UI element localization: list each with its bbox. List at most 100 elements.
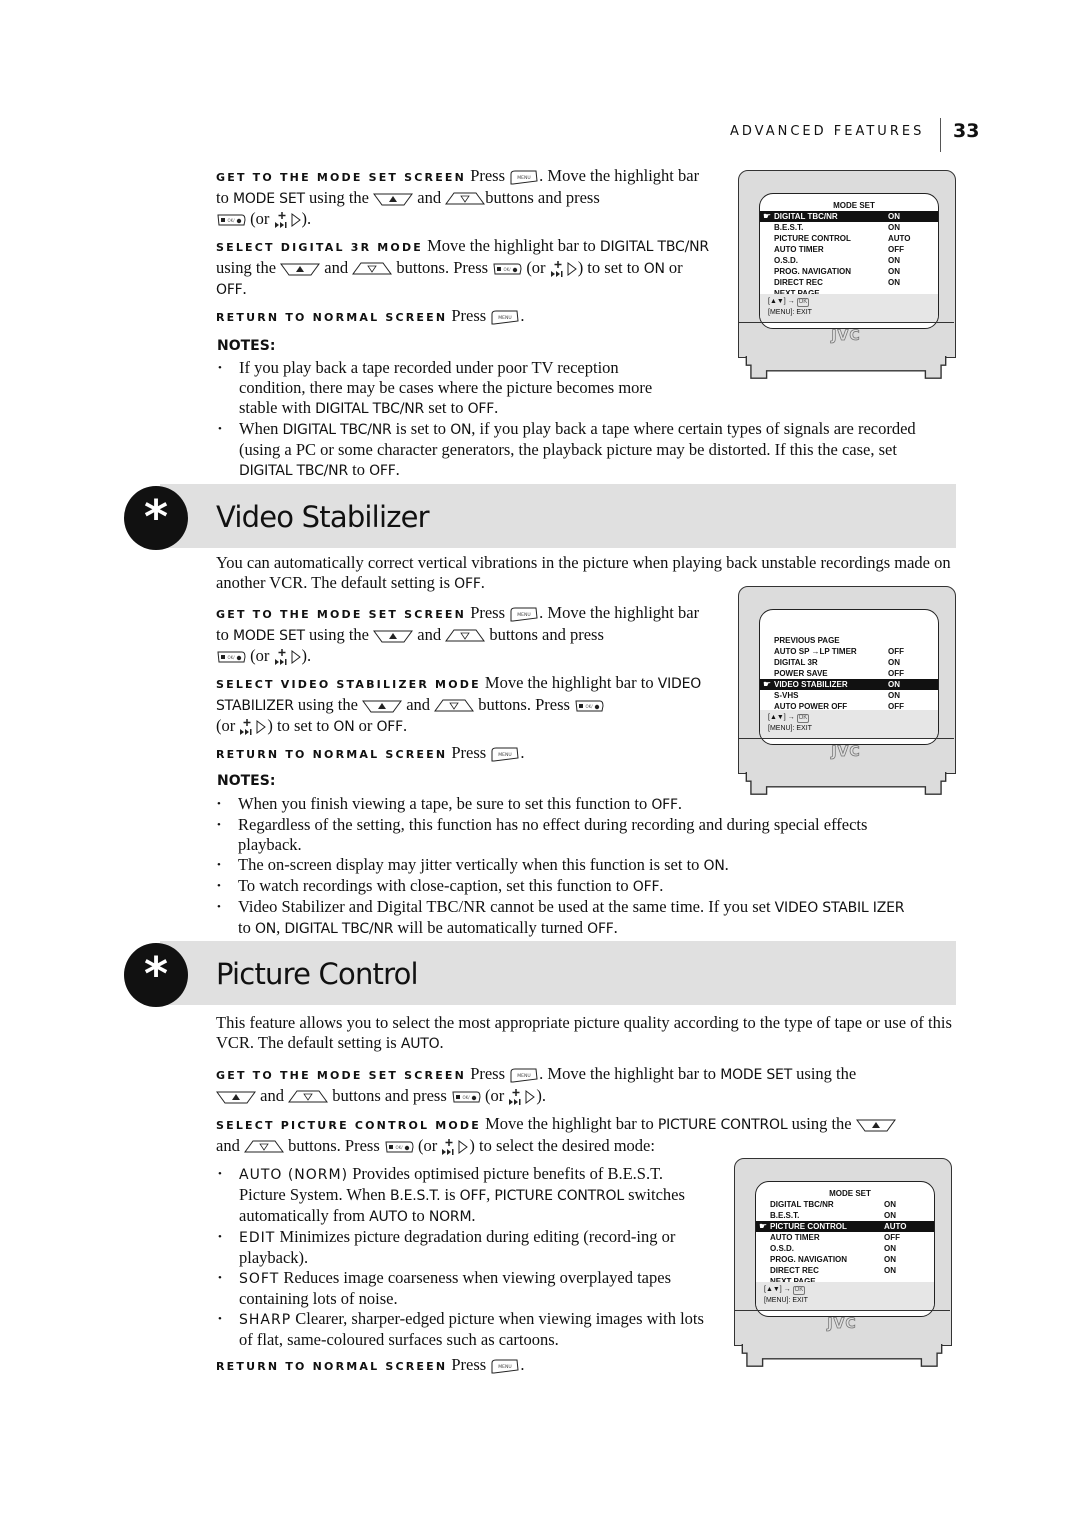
down-arrow-button-icon <box>352 261 393 277</box>
text: ON <box>643 261 665 277</box>
osd-menu-row: POWER SAVE OFF <box>760 668 938 679</box>
text: Move the highlight bar to <box>480 1114 658 1133</box>
picture-control-select-step: SELECT PICTURE CONTROL MODE Move the hig… <box>216 1114 956 1156</box>
text: OFF <box>454 576 481 592</box>
osd-menu-row: PROG. NAVIGATION ON <box>756 1254 934 1265</box>
ok-key-icon: OK <box>796 298 810 307</box>
osd-menu-row: PREVIOUS PAGE <box>760 635 938 646</box>
osd-row-label: VIDEO STABILIZER <box>774 680 848 689</box>
tv-illustration-mode-set: MODE SET ☛ DIGITAL TBC/NR ON B.E.S.T. ON PICT… <box>735 170 957 392</box>
text: SELECT VIDEO STABILIZER MODE <box>216 678 481 691</box>
step-lead: GET TO THE MODE SET SCREEN <box>216 171 467 184</box>
svg-text:MENU: MENU <box>499 752 512 758</box>
tv-stand <box>741 1344 943 1367</box>
svg-text:OK/: OK/ <box>586 704 594 709</box>
text: to <box>347 460 370 479</box>
text: (or <box>216 716 240 735</box>
text: . <box>520 1355 525 1374</box>
menu-button-icon: MENU <box>490 746 520 763</box>
text: . <box>520 306 525 325</box>
mode-item-sharp: SHARP Clearer, sharper-edged picture whe… <box>216 1309 706 1350</box>
text: When you finish viewing a tape, be sure … <box>238 794 652 813</box>
asterisk-icon: * <box>124 486 188 550</box>
text: . <box>242 279 247 298</box>
osd-row-value: ON <box>888 658 900 667</box>
osd-row-value: OFF <box>888 669 904 678</box>
osd-help: [▲▼] → OK [MENU]: EXIT <box>760 294 938 322</box>
text: . <box>471 1206 476 1225</box>
tv-divider <box>738 322 954 323</box>
down-arrow-button-icon <box>445 191 486 207</box>
text: and <box>402 695 435 714</box>
osd-row-value: OFF <box>884 1233 900 1242</box>
text: VIDEO STABIL IZER <box>774 900 905 916</box>
osd-help: [▲▼] → OK [MENU]: EXIT <box>760 710 938 738</box>
osd-menu: PREVIOUS PAGE AUTO SP →LP TIMER OFF DIGITAL… <box>760 610 938 744</box>
section-title: Video Stabilizer <box>216 500 430 534</box>
text: buttons. Press <box>283 1136 384 1155</box>
osd-row-value: OFF <box>888 647 904 656</box>
running-header: ADVANCED FEATURES <box>730 124 925 139</box>
text: (or <box>522 258 550 277</box>
tv-divider <box>734 1310 950 1311</box>
text: [▲▼] → <box>764 1286 793 1293</box>
up-arrow-button-icon <box>373 191 414 207</box>
text: buttons. Press <box>474 695 575 714</box>
osd-menu-row: DIRECT REC ON <box>760 277 938 288</box>
text: ON <box>333 719 355 735</box>
text: . Move the highlight bar to <box>539 1064 721 1083</box>
svg-text:OK/: OK/ <box>227 655 235 660</box>
osd-row-value: ON <box>888 223 900 232</box>
osd-menu-row: AUTO TIMER OFF <box>760 244 938 255</box>
text: or <box>664 258 683 277</box>
right-triangle-icon <box>524 1089 536 1105</box>
text: Regardless of the setting, this function… <box>238 815 868 854</box>
text: AUTO <box>400 1036 440 1052</box>
picture-control-get-step: GET TO THE MODE SET SCREEN Press MENU . M… <box>216 1064 956 1106</box>
osd-menu-row: B.E.S.T. ON <box>756 1210 934 1221</box>
osd-row-label: PROG. NAVIGATION <box>774 267 852 276</box>
text: ). <box>301 209 312 228</box>
ok-key-icon: OK <box>792 1286 806 1295</box>
osd-row-label: PICTURE CONTROL <box>774 234 851 243</box>
text: This feature allows you to select the mo… <box>216 1013 952 1052</box>
text: buttons and press <box>328 1086 451 1105</box>
tv-divider <box>738 738 954 739</box>
note-item: If you play back a tape recorded under p… <box>216 358 684 419</box>
svg-text:MENU: MENU <box>517 175 530 181</box>
note-item: To watch recordings with close-caption, … <box>215 876 915 897</box>
osd-row-value: ON <box>884 1211 896 1220</box>
right-triangle-icon <box>255 719 267 735</box>
osd-row-label: B.E.S.T. <box>774 223 804 232</box>
text: OFF <box>369 463 396 479</box>
text: using the <box>787 1114 856 1133</box>
right-triangle-icon <box>290 212 302 228</box>
text: RETURN TO NORMAL SCREEN <box>216 1360 448 1373</box>
text: DIGITAL TBC/NR <box>284 921 394 937</box>
text: OFF <box>376 719 403 735</box>
text: Press <box>447 306 491 325</box>
text: ON <box>703 858 725 874</box>
osd-row-label: AUTO SP →LP TIMER <box>774 647 857 656</box>
text: . <box>403 716 408 735</box>
plus-skip-button-icon <box>508 1088 524 1106</box>
osd-row-label: PROG. NAVIGATION <box>770 1255 848 1264</box>
osd-row-value: ON <box>888 256 900 265</box>
ok-button-icon: OK/ <box>574 698 604 714</box>
osd-row-label: O.S.D. <box>770 1244 795 1253</box>
text: . <box>439 1033 444 1052</box>
text: To watch recordings with close-caption, … <box>238 876 633 895</box>
pointer-hand-icon: ☛ <box>759 1221 768 1231</box>
text: using the <box>304 188 374 207</box>
text: DIGITAL TBC/NR <box>282 422 392 438</box>
asterisk-icon: * <box>124 943 188 1007</box>
text: OFF <box>216 282 243 298</box>
text: When <box>239 419 283 438</box>
brand-logo: JVC <box>831 744 861 761</box>
osd-row-label: DIGITAL TBC/NR <box>774 212 838 221</box>
digital3r-get-step: GET TO THE MODE SET SCREEN Press MENU. M… <box>216 166 716 229</box>
text: ). <box>536 1086 547 1105</box>
text: using the <box>792 1064 857 1083</box>
osd-menu-row: B.E.S.T. ON <box>760 222 938 233</box>
osd-row-value: ON <box>888 212 900 221</box>
